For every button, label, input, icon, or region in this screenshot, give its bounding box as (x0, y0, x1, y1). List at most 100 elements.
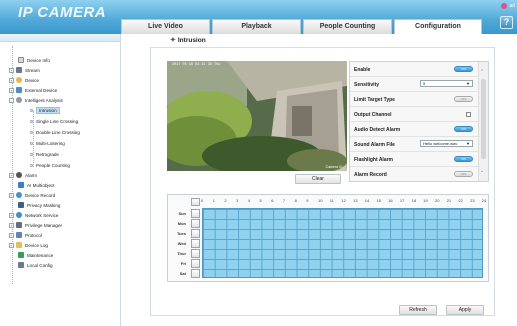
expand-icon[interactable]: + (9, 232, 14, 238)
pin-icon: ✦ (170, 37, 176, 44)
tab-live-video[interactable]: Live Video (121, 19, 210, 34)
users-icon (16, 222, 22, 228)
sidebar-item-double-line-crossing[interactable]: Double Line Crossing (30, 128, 80, 136)
scrollbar-thumb[interactable] (481, 79, 486, 159)
day-label: Thur (177, 251, 186, 256)
local-config-icon (18, 262, 24, 268)
document-icon (18, 57, 24, 63)
expand-icon[interactable]: + (9, 77, 14, 83)
sidebar-item-people-counting[interactable]: People Counting (30, 161, 70, 169)
arming-schedule: 0 1 2 3 4 5 6 7 8 9 10 11 12 13 14 15 16 17 18 19 20 21 22 23 24… (167, 194, 489, 282)
chevron-up-icon[interactable]: ⌃ (480, 69, 484, 75)
network-icon (16, 212, 22, 218)
setting-sound-alarm-file: Sound Alarm File Hello welcome.wav ▼ (350, 137, 479, 152)
chevron-down-icon[interactable]: ⌄ (480, 168, 484, 174)
hour-label: 24 (481, 198, 487, 203)
bullet-icon (30, 152, 33, 156)
hour-label: 5 (259, 198, 262, 203)
expand-icon[interactable]: + (9, 212, 14, 218)
user-icon (501, 3, 508, 9)
sound-alarm-file-select[interactable]: Hello welcome.wav ▼ (420, 140, 473, 147)
sidebar-item-intrusion[interactable]: Intrusion (30, 106, 60, 114)
help-button[interactable]: ? (500, 16, 513, 29)
expand-icon[interactable]: + (9, 222, 14, 228)
hour-label: 20 (435, 198, 440, 203)
hour-label: 2 (224, 198, 227, 203)
setting-enable: Enable ON (350, 62, 479, 77)
sensitivity-select[interactable]: 5 ▼ (420, 80, 473, 87)
user-info[interactable]: ad (501, 3, 515, 9)
day-select-button[interactable] (191, 208, 200, 218)
alarm-record-toggle[interactable]: OFF (454, 171, 473, 177)
hour-label: 22 (458, 198, 463, 203)
hour-label: 3 (236, 198, 239, 203)
sidebar-item-single-line-crossing[interactable]: Single Line Crossing (30, 117, 78, 125)
page-title: ✦ Intrusion (170, 36, 206, 45)
tab-playback[interactable]: Playback (212, 19, 301, 34)
output-channel-checkbox[interactable] (466, 112, 471, 117)
sidebar-item-privilege-manager[interactable]: + Privilege Manager (9, 221, 62, 229)
sidebar-item-device-record[interactable]: + Device Record (9, 191, 55, 199)
setting-audio-detect-alarm: Audio Detect Alarm ON (350, 122, 479, 137)
limit-target-type-toggle[interactable]: OFF (454, 96, 473, 102)
audio-detect-alarm-toggle[interactable]: ON (454, 126, 473, 132)
collapse-icon[interactable]: - (9, 97, 14, 103)
apply-button[interactable]: Apply (446, 305, 484, 315)
day-select-button[interactable] (191, 228, 200, 238)
flashlight-alarm-toggle[interactable]: ON (454, 156, 473, 162)
hour-label: 16 (388, 198, 393, 203)
setting-flashlight-alarm: Flashlight Alarm ON (350, 152, 479, 167)
expand-icon[interactable]: + (9, 192, 14, 198)
clear-button[interactable]: Clear (295, 174, 341, 184)
tab-configuration[interactable]: Configuration (394, 19, 482, 34)
day-label: Tues (176, 231, 186, 236)
select-all-button[interactable] (191, 198, 200, 206)
setting-output-channel: Output Channel (350, 107, 479, 122)
schedule-grid[interactable] (202, 208, 483, 278)
sidebar-item-ai-multiobject[interactable]: AI Multiobject (18, 181, 55, 189)
sidebar-item-device-info[interactable]: Device Info (18, 56, 50, 64)
sidebar-item-network-service[interactable]: + Network Service (9, 211, 58, 219)
analysis-icon (16, 97, 22, 103)
day-select-button[interactable] (191, 268, 200, 278)
sidebar-item-protocol[interactable]: + Protocol (9, 231, 42, 239)
ai-icon (18, 182, 24, 188)
sidebar-item-stream[interactable]: + Stream (9, 66, 40, 74)
header: IP CAMERA ad ? Live Video Playback Peopl… (0, 0, 517, 34)
day-select-button[interactable] (191, 258, 200, 268)
sidebar-item-local-config[interactable]: Local Config (18, 261, 53, 269)
day-select-button[interactable] (191, 238, 200, 248)
video-timestamp: 2017 05 16 03 41 38 Thu (172, 63, 221, 67)
sidebar-item-privacy-masking[interactable]: Privacy Masking (18, 201, 60, 209)
external-device-icon (16, 87, 22, 93)
hour-label: 17 (399, 198, 405, 203)
day-label: Wed (177, 241, 186, 246)
maintenance-icon (18, 252, 24, 258)
chevron-down-icon: ▼ (466, 141, 470, 146)
sidebar-item-alarm[interactable]: + Alarm (9, 171, 37, 179)
sidebar-item-maintenance[interactable]: Maintenance (18, 251, 53, 259)
bullet-icon (30, 163, 33, 167)
expand-icon[interactable]: + (9, 87, 14, 93)
hour-label: 15 (376, 198, 381, 203)
video-preview[interactable]: 2017 05 16 03 41 38 Thu Camera 01 (167, 61, 347, 171)
settings-list: Enable ON Sensitivity 5 ▼ Limit Target T… (349, 61, 489, 182)
hour-label: 11 (329, 198, 334, 203)
expand-icon[interactable]: + (9, 242, 14, 248)
sidebar-item-external-device[interactable]: + External Device (9, 86, 57, 94)
user-name: ad (509, 3, 515, 9)
settings-scrollbar[interactable]: ⌃ ⌄ (478, 62, 488, 181)
sidebar-item-intelligent-analysis[interactable]: - Intelligent Analysis (9, 96, 63, 104)
sidebar-item-device-log[interactable]: + Device Log (9, 241, 48, 249)
sidebar-item-device[interactable]: + Device (9, 76, 39, 84)
refresh-button[interactable]: Refresh (399, 305, 437, 315)
sidebar-item-multi-loitering[interactable]: Multi-Loitering (30, 139, 65, 147)
expand-icon[interactable]: + (9, 172, 14, 178)
day-select-button[interactable] (191, 218, 200, 228)
day-select-button[interactable] (191, 248, 200, 258)
hour-label: 19 (423, 198, 428, 203)
tab-people-counting[interactable]: People Counting (303, 19, 392, 34)
expand-icon[interactable]: + (9, 67, 14, 73)
sidebar-item-retrograde[interactable]: Retrograde (30, 150, 59, 158)
enable-toggle[interactable]: ON (454, 66, 473, 72)
